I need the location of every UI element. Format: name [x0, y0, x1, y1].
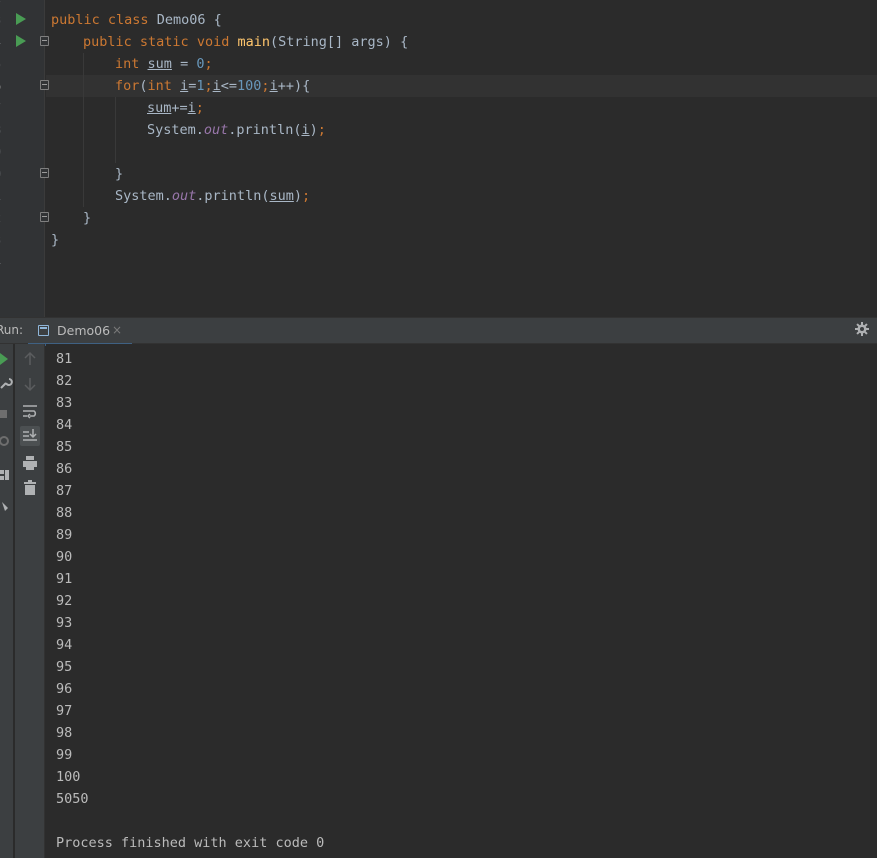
pin-icon[interactable] [0, 498, 14, 516]
console-icon [38, 325, 49, 336]
fold-icon[interactable] [40, 80, 49, 90]
gutter-line: 2 [0, 0, 45, 9]
code-line[interactable]: public static void main(String[] args) { [83, 31, 408, 53]
line-number: 7 [0, 99, 1, 117]
tab-label: Demo06 [57, 323, 111, 338]
line-number: 2 [0, 209, 1, 227]
scroll-up-icon[interactable] [20, 349, 40, 369]
run-class-icon[interactable] [16, 13, 26, 25]
gutter-line: 3 [0, 9, 45, 31]
code-line[interactable]: int sum = 0; [115, 53, 213, 75]
output-line: 91 [56, 571, 73, 587]
gutter-line: 4 [0, 31, 49, 53]
wrench-icon[interactable] [0, 374, 14, 392]
output-line: 90 [56, 549, 73, 565]
output-line: 100 [56, 769, 81, 785]
tab-close-icon[interactable]: × [112, 323, 122, 337]
console-toolbar [15, 344, 45, 858]
run-panel-label: Run: [0, 323, 24, 337]
indent-guide [115, 97, 116, 163]
rerun-icon[interactable] [0, 350, 14, 368]
code-line[interactable]: } [115, 163, 123, 185]
output-line: 92 [56, 593, 73, 609]
output-line: 86 [56, 461, 73, 477]
run-left-strip [0, 344, 14, 858]
output-line: 98 [56, 725, 73, 741]
output-line: 84 [56, 417, 73, 433]
print-icon[interactable] [20, 453, 40, 473]
output-line: 93 [56, 615, 73, 631]
output-line: 94 [56, 637, 73, 653]
output-line: 96 [56, 681, 73, 697]
fold-icon[interactable] [40, 36, 49, 46]
output-line: 88 [56, 505, 73, 521]
scroll-to-end-icon[interactable] [20, 426, 40, 446]
console-output[interactable]: 81 82 83 84 85 86 87 88 89 90 91 92 93 9… [46, 344, 877, 858]
debug-settings-icon[interactable] [0, 432, 14, 450]
output-line: 87 [56, 483, 73, 499]
line-number: 1 [0, 187, 1, 205]
output-line: 5050 [56, 791, 89, 807]
output-line: 89 [56, 527, 73, 543]
gutter-line: 2 [0, 207, 49, 229]
line-number: 9 [0, 143, 1, 161]
tab-demo06[interactable]: Demo06 × [28, 318, 132, 346]
gutter-line: 1 [0, 185, 45, 207]
gutter-line: 5 [0, 53, 45, 75]
output-line: 97 [56, 703, 73, 719]
fold-icon[interactable] [40, 168, 49, 178]
soft-wrap-icon[interactable] [20, 401, 40, 421]
gutter-line: 9 [0, 141, 45, 163]
code-line[interactable]: } [51, 229, 59, 251]
trash-icon[interactable] [20, 478, 40, 498]
gutter-line: 7 [0, 97, 45, 119]
stop-icon[interactable] [0, 406, 14, 424]
gutter-line: 3 [0, 229, 45, 251]
gutter-line: 4 [0, 251, 45, 273]
output-line: 83 [56, 395, 73, 411]
code-line[interactable]: System.out.println(sum); [115, 185, 310, 207]
fold-icon[interactable] [40, 212, 49, 222]
gutter-line: 8 [0, 119, 45, 141]
line-number: 6 [0, 77, 1, 95]
layout-icon[interactable] [0, 466, 14, 484]
indent-guide [83, 53, 84, 207]
output-line: 85 [56, 439, 73, 455]
code-line[interactable]: } [83, 207, 91, 229]
code-editor[interactable]: 2 3 4 5 6 7 8 9 0 1 2 3 4 publi [0, 0, 877, 317]
line-number: 2 [0, 0, 1, 7]
output-line: 95 [56, 659, 73, 675]
gutter-line: 0 [0, 163, 49, 185]
output-line: 82 [56, 373, 73, 389]
code-line[interactable]: public class Demo06 { [51, 9, 222, 31]
line-number: 4 [0, 33, 1, 51]
line-number: 5 [0, 55, 1, 73]
run-panel-header: Run: Demo06 × [0, 317, 877, 346]
code-line[interactable]: sum+=i; [147, 97, 204, 119]
line-number: 4 [0, 253, 1, 271]
settings-gear-icon[interactable] [855, 322, 869, 336]
code-line[interactable]: System.out.println(i); [147, 119, 326, 141]
code-line[interactable]: for(int i=1;i<=100;i++){ [115, 75, 310, 97]
output-line: 81 [56, 351, 73, 367]
scroll-down-icon[interactable] [20, 374, 40, 394]
process-finished-message: Process finished with exit code 0 [56, 835, 325, 851]
line-number: 3 [0, 231, 1, 249]
output-line: 99 [56, 747, 73, 763]
line-number: 8 [0, 121, 1, 139]
line-number: 0 [0, 165, 1, 183]
run-main-icon[interactable] [16, 35, 26, 47]
line-number: 3 [0, 11, 1, 29]
gutter-line: 6 [0, 75, 49, 97]
editor-gutter: 2 3 4 5 6 7 8 9 0 1 2 3 4 [0, 0, 49, 317]
